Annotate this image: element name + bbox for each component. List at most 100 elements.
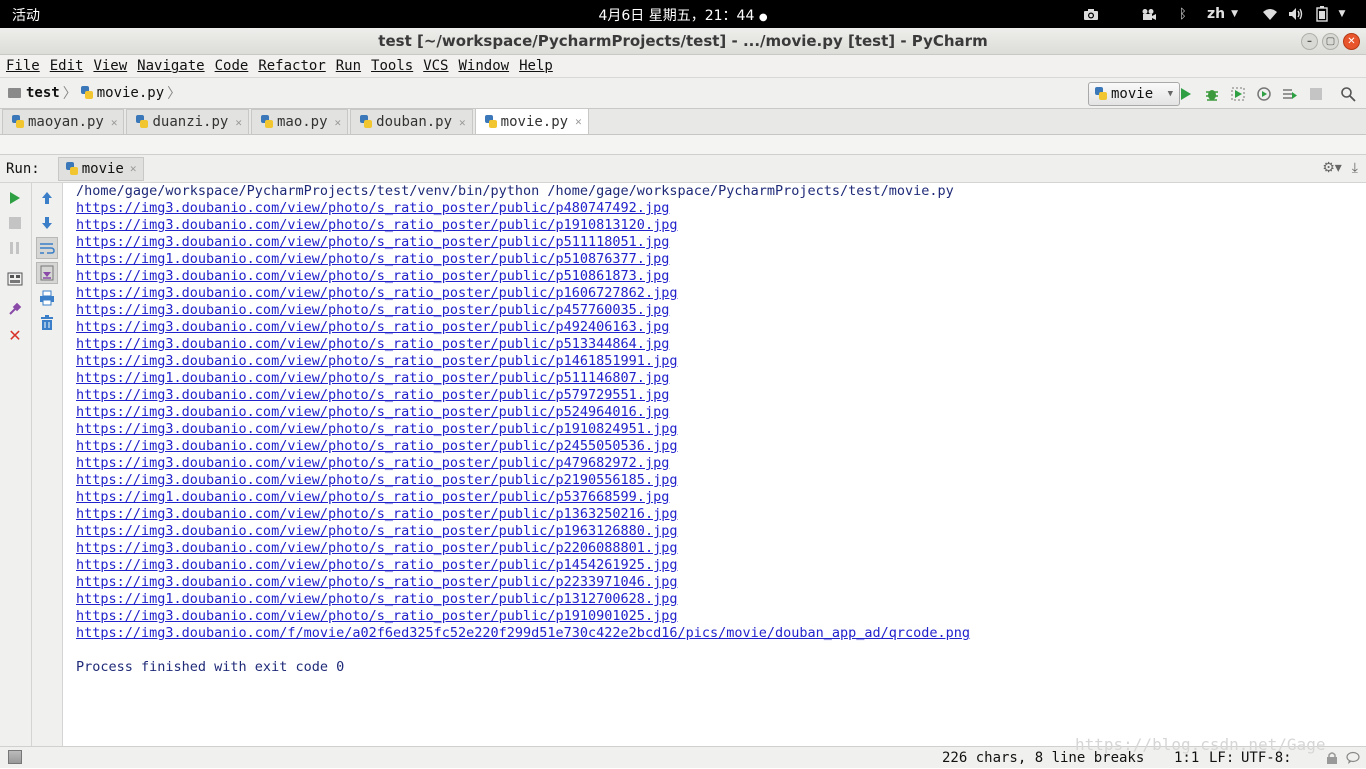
trash-icon[interactable] <box>37 313 57 333</box>
event-log-icon[interactable] <box>1346 751 1360 765</box>
run-configuration-select[interactable]: movie ▼ <box>1088 82 1180 106</box>
close-tab-icon[interactable]: ✕ <box>130 162 137 175</box>
close-tab-icon[interactable]: ✕ <box>575 115 582 128</box>
console-url-link[interactable]: https://img3.doubanio.com/view/photo/s_r… <box>76 319 1366 336</box>
console-url-link[interactable]: https://img3.doubanio.com/view/photo/s_r… <box>76 540 1366 557</box>
console-url-link[interactable]: https://img3.doubanio.com/view/photo/s_r… <box>76 387 1366 404</box>
window-title-bar[interactable]: test [~/workspace/PycharmProjects/test] … <box>0 28 1366 55</box>
breadcrumb-project[interactable]: test <box>26 85 60 101</box>
close-tab-icon[interactable]: ✕ <box>235 116 242 129</box>
console-url-link[interactable]: https://img3.doubanio.com/view/photo/s_r… <box>76 336 1366 353</box>
clock-label[interactable]: 4月6日 星期五，21：44 <box>598 8 754 24</box>
close-tab-icon[interactable]: ✕ <box>111 116 118 129</box>
bluetooth-icon[interactable]: ᛒ <box>1173 4 1193 24</box>
console-url-link[interactable]: https://img1.doubanio.com/view/photo/s_r… <box>76 591 1366 608</box>
menu-navigate[interactable]: Navigate <box>137 58 204 74</box>
tab-movie[interactable]: movie.py ✕ <box>474 108 589 134</box>
lock-icon[interactable] <box>1326 751 1340 765</box>
status-line-separator[interactable]: LF: <box>1209 750 1234 766</box>
maximize-icon[interactable]: ▢ <box>1322 33 1339 50</box>
input-method-label[interactable]: zh ▼ <box>1207 4 1238 24</box>
system-menu-chevron-icon[interactable]: ▼ <box>1332 4 1352 24</box>
console-url-link[interactable]: https://img3.doubanio.com/view/photo/s_r… <box>76 302 1366 319</box>
stop-icon[interactable] <box>1306 84 1326 104</box>
battery-icon[interactable] <box>1312 4 1332 24</box>
tab-label: maoyan.py <box>28 114 104 130</box>
wifi-icon[interactable] <box>1260 4 1280 24</box>
console-url-link[interactable]: https://img1.doubanio.com/view/photo/s_r… <box>76 370 1366 387</box>
arrow-down-icon[interactable] <box>37 213 57 233</box>
system-top-bar: 活动 4月6日 星期五，21：44 ● ᛒ zh ▼ ▼ <box>0 0 1366 28</box>
console-url-link[interactable]: https://img3.doubanio.com/view/photo/s_r… <box>76 455 1366 472</box>
run-icon[interactable] <box>1176 84 1196 104</box>
run-concurrency-icon[interactable] <box>1280 84 1300 104</box>
scroll-to-end-icon[interactable] <box>36 262 58 284</box>
console-url-link[interactable]: https://img3.doubanio.com/view/photo/s_r… <box>76 217 1366 234</box>
video-icon[interactable] <box>1139 4 1159 24</box>
stop-icon[interactable] <box>5 213 25 233</box>
console-url-link[interactable]: https://img3.doubanio.com/view/photo/s_r… <box>76 523 1366 540</box>
tab-mao[interactable]: mao.py ✕ <box>250 109 349 134</box>
menu-refactor[interactable]: Refactor <box>258 58 325 74</box>
rerun-icon[interactable] <box>5 188 25 208</box>
close-icon[interactable]: ✕ <box>1343 33 1360 50</box>
python-file-icon <box>65 161 79 176</box>
console-url-link[interactable]: https://img3.doubanio.com/view/photo/s_r… <box>76 353 1366 370</box>
menu-code[interactable]: Code <box>215 58 249 74</box>
tab-duanzi[interactable]: duanzi.py ✕ <box>126 109 249 134</box>
close-tab-icon[interactable]: ✕ <box>459 116 466 129</box>
menu-view[interactable]: View <box>93 58 127 74</box>
status-caret-position[interactable]: 1:1 <box>1174 750 1199 766</box>
volume-icon[interactable] <box>1286 4 1306 24</box>
console-finished-message: Process finished with exit code 0 <box>76 659 345 675</box>
pause-icon[interactable] <box>5 238 25 258</box>
console-url-link[interactable]: https://img3.doubanio.com/view/photo/s_r… <box>76 438 1366 455</box>
menu-window[interactable]: Window <box>459 58 510 74</box>
console-url-link[interactable]: https://img3.doubanio.com/view/photo/s_r… <box>76 472 1366 489</box>
console-url-link[interactable]: https://img3.doubanio.com/view/photo/s_r… <box>76 404 1366 421</box>
console-url-link[interactable]: https://img3.doubanio.com/f/movie/a02f6e… <box>76 625 1366 642</box>
pin-icon[interactable] <box>5 299 25 319</box>
run-tab-movie[interactable]: movie ✕ <box>57 156 144 181</box>
arrow-up-icon[interactable] <box>37 188 57 208</box>
camera-icon[interactable] <box>1081 4 1101 24</box>
menu-edit[interactable]: Edit <box>50 58 84 74</box>
close-icon[interactable]: ✕ <box>5 325 25 345</box>
run-coverage-icon[interactable] <box>1228 84 1248 104</box>
activities-button[interactable]: 活动 <box>12 5 40 25</box>
console-url-link[interactable]: https://img3.doubanio.com/view/photo/s_r… <box>76 268 1366 285</box>
menu-help[interactable]: Help <box>519 58 553 74</box>
soft-wrap-icon[interactable] <box>36 237 58 259</box>
close-tab-icon[interactable]: ✕ <box>335 116 342 129</box>
console-url-link[interactable]: https://img3.doubanio.com/view/photo/s_r… <box>76 608 1366 625</box>
console-url-link[interactable]: https://img1.doubanio.com/view/photo/s_r… <box>76 251 1366 268</box>
debug-icon[interactable] <box>1202 84 1222 104</box>
menu-run[interactable]: Run <box>336 58 361 74</box>
console-url-link[interactable]: https://img3.doubanio.com/view/photo/s_r… <box>76 506 1366 523</box>
console-output[interactable]: /home/gage/workspace/PycharmProjects/tes… <box>64 183 1366 746</box>
console-url-link[interactable]: https://img3.doubanio.com/view/photo/s_r… <box>76 200 1366 217</box>
toolbar-actions <box>1176 84 1358 104</box>
search-icon[interactable] <box>1338 84 1358 104</box>
tool-windows-icon[interactable] <box>8 750 22 764</box>
print-icon[interactable] <box>37 288 57 308</box>
gear-icon[interactable]: ⚙▾ <box>1322 160 1342 176</box>
layout-icon[interactable] <box>5 269 25 289</box>
console-url-link[interactable]: https://img3.doubanio.com/view/photo/s_r… <box>76 574 1366 591</box>
console-url-link[interactable]: https://img3.doubanio.com/view/photo/s_r… <box>76 421 1366 438</box>
console-url-link[interactable]: https://img3.doubanio.com/view/photo/s_r… <box>76 234 1366 251</box>
console-url-link[interactable]: https://img1.doubanio.com/view/photo/s_r… <box>76 489 1366 506</box>
tab-douban[interactable]: douban.py ✕ <box>350 109 473 134</box>
console-url-link[interactable]: https://img3.doubanio.com/view/photo/s_r… <box>76 557 1366 574</box>
editor-splitter[interactable] <box>0 135 1366 155</box>
menu-file[interactable]: File <box>6 58 40 74</box>
menu-tools[interactable]: Tools <box>371 58 413 74</box>
menu-vcs[interactable]: VCS <box>423 58 448 74</box>
breadcrumb-file[interactable]: movie.py <box>97 85 164 101</box>
status-encoding[interactable]: UTF-8: <box>1241 750 1292 766</box>
profile-icon[interactable] <box>1254 84 1274 104</box>
tab-maoyan[interactable]: maoyan.py ✕ <box>2 109 125 134</box>
hide-panel-icon[interactable]: ⤓ <box>1352 160 1358 176</box>
minimize-icon[interactable]: – <box>1301 33 1318 50</box>
console-url-link[interactable]: https://img3.doubanio.com/view/photo/s_r… <box>76 285 1366 302</box>
